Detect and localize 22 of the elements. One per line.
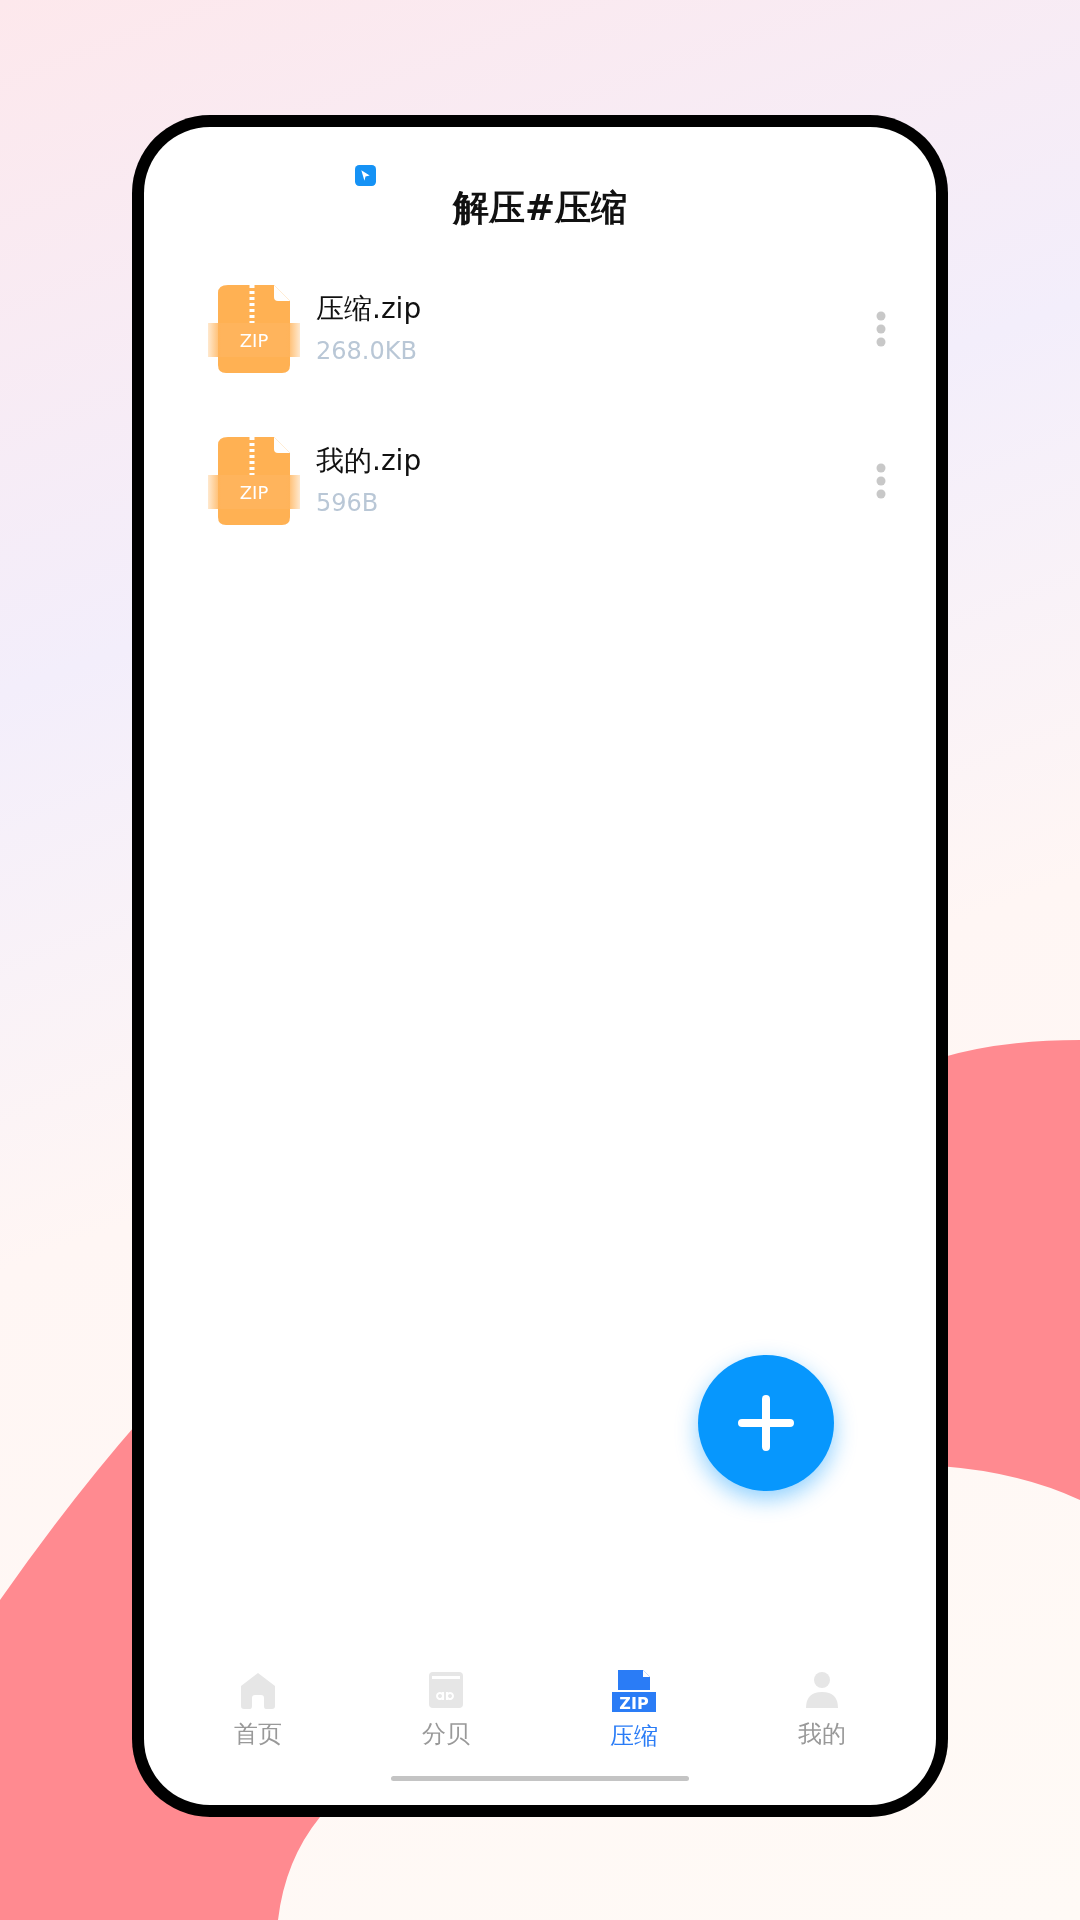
file-name: 我的.zip	[316, 443, 423, 480]
tab[interactable]: 我的	[747, 1670, 897, 1754]
decibel-meter-icon	[426, 1670, 466, 1710]
more-options-icon[interactable]	[876, 463, 886, 500]
file-size: 268.0KB	[316, 335, 418, 367]
file-size: 596B	[316, 487, 380, 519]
file-name: 压缩.zip	[316, 291, 423, 328]
zip-label: ZIP	[619, 1694, 649, 1712]
app-icon	[355, 165, 376, 186]
zip-file-icon	[208, 285, 300, 374]
add-button[interactable]	[698, 1355, 834, 1491]
tab[interactable]: 首页	[183, 1670, 333, 1754]
more-options-icon[interactable]	[876, 311, 886, 348]
zip-label: ZIP	[239, 330, 269, 352]
plus-icon	[736, 1393, 796, 1453]
zip-file-icon	[612, 1670, 656, 1712]
tab[interactable]: ZIP 压缩	[559, 1670, 709, 1754]
home-icon	[238, 1670, 278, 1710]
zip-label: ZIP	[239, 482, 269, 504]
zip-file-icon	[208, 437, 300, 526]
page-title: 解压#压缩	[451, 186, 629, 230]
tab[interactable]: 分贝	[371, 1670, 521, 1754]
